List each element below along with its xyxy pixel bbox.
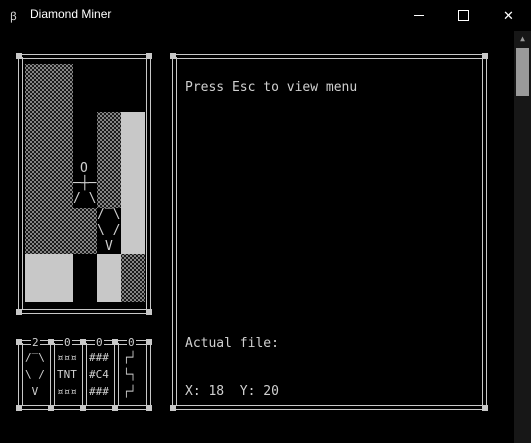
- stone-column: [121, 112, 145, 254]
- diamond-bottom: V: [105, 239, 113, 254]
- maximize-button[interactable]: [441, 0, 486, 31]
- diamond-icon: /‾\: [25, 351, 45, 364]
- dirt-column: [97, 112, 121, 208]
- dirt-block: [121, 254, 145, 302]
- player-coordinates: X: 18 Y: 20: [185, 384, 279, 399]
- c4-count: 0: [95, 336, 104, 349]
- player-body: ─┼─: [73, 176, 97, 191]
- ladder-count: 0: [127, 336, 136, 349]
- dirt-block: [73, 208, 97, 254]
- diamond-top: /‾\: [97, 207, 121, 222]
- c4-icon-bottom: ###: [89, 385, 109, 398]
- diamond-icon-bottom: V: [25, 385, 45, 398]
- player-head: O: [80, 161, 88, 176]
- ladder-icon-middle: └┐: [123, 368, 137, 381]
- dirt-column: [25, 64, 73, 254]
- title-bar: ꞵ Diamond Miner ✕: [0, 0, 531, 31]
- tnt-icon-bottom: ¤¤¤: [57, 385, 77, 398]
- scroll-up-arrow-icon[interactable]: ▲: [514, 34, 531, 43]
- c4-icon: ###: [89, 351, 109, 364]
- scroll-thumb[interactable]: [516, 48, 529, 96]
- vertical-scrollbar[interactable]: ▲: [514, 31, 531, 443]
- ladder-icon-bottom: ┌┘: [123, 385, 137, 398]
- tnt-label: TNT: [57, 368, 77, 381]
- ladder-icon: ┌┘: [123, 351, 137, 364]
- tnt-icon: ¤¤¤: [57, 351, 77, 364]
- close-icon: ✕: [503, 7, 514, 23]
- minimize-button[interactable]: [396, 0, 441, 31]
- minimize-icon: [413, 15, 424, 16]
- actual-file-label: Actual file:: [185, 336, 279, 351]
- app-icon: ꞵ: [10, 11, 17, 23]
- close-button[interactable]: ✕: [486, 0, 531, 31]
- window-title: Diamond Miner: [30, 7, 112, 21]
- diamond-middle: \ /: [97, 223, 121, 238]
- diamond-icon-middle: \ /: [25, 368, 45, 381]
- diamond-count: 2: [31, 336, 40, 349]
- maximize-icon: [458, 10, 469, 21]
- c4-label: #C4: [89, 368, 109, 381]
- stone-block: [97, 254, 121, 302]
- tnt-count: 0: [63, 336, 72, 349]
- stone-block: [25, 254, 73, 302]
- player-legs: / \: [73, 191, 97, 206]
- menu-hint: Press Esc to view menu: [185, 80, 358, 95]
